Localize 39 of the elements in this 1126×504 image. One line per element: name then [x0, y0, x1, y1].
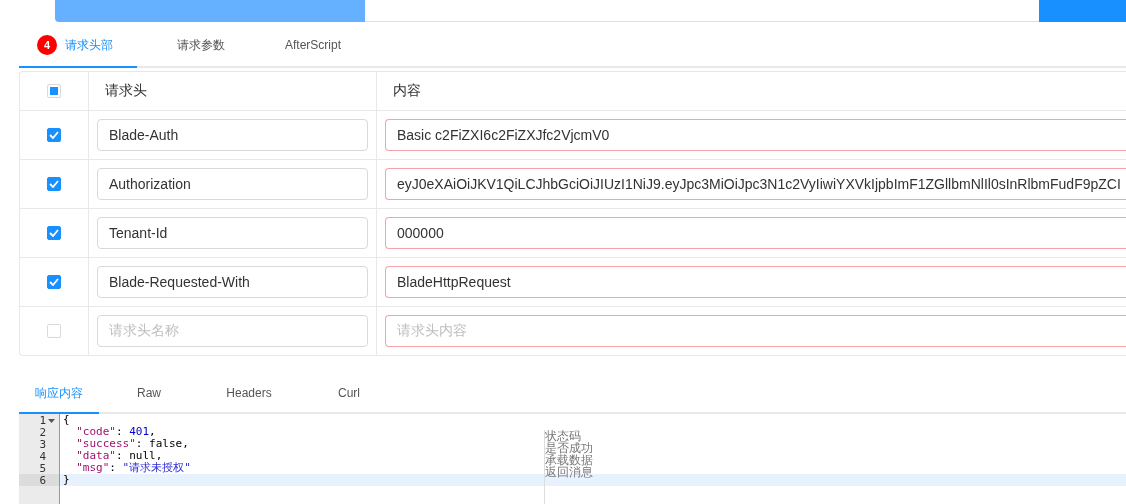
tab[interactable]: 4 请求头部 — [19, 24, 137, 68]
tab[interactable]: Curl — [299, 374, 399, 414]
header-name-field[interactable]: Blade-Requested-With — [97, 266, 368, 298]
column-header: 请求头 — [104, 82, 147, 100]
code-line: "msg": "请求未授权" — [75, 461, 191, 474]
tab[interactable]: Headers — [199, 374, 299, 414]
tab[interactable]: AfterScript — [255, 24, 373, 68]
checkbox[interactable] — [47, 226, 61, 240]
code-comment: 承载数据 — [545, 454, 593, 466]
tab[interactable]: Raw — [99, 374, 199, 414]
header-value-field[interactable]: 000000 — [385, 217, 1126, 249]
header-value-field[interactable]: Basic c2FiZXI6c2FiZXJfc2VjcmV0 — [385, 119, 1126, 151]
select-all-checkbox[interactable] — [47, 84, 61, 98]
line-number: 5 — [39, 461, 46, 475]
tab[interactable]: 请求参数 — [137, 24, 255, 68]
code-line: "code": 401, — [75, 425, 156, 438]
code-comment: 状态码 — [545, 430, 581, 442]
line-number: 2 — [39, 425, 46, 439]
checkbox[interactable] — [47, 128, 61, 142]
code-line: "success": false, — [75, 437, 189, 450]
header-value-field[interactable]: eyJ0eXAiOiJKV1QiLCJhbGciOiJIUzI1NiJ9.eyJpc3MiOiJpc3N1c2VyIiwiYXVkIjpbImF1ZGllbmNlIl0sInRlbmFudF9pZCI — [385, 168, 1126, 200]
checkbox[interactable] — [47, 177, 61, 191]
code-line: { — [63, 413, 70, 426]
line-number: 4 — [39, 449, 46, 463]
header-name-field[interactable]: Blade-Auth — [97, 119, 368, 151]
fold-caret-icon[interactable] — [48, 416, 55, 424]
count-badge: 4 — [37, 35, 57, 55]
code-comment: 是否成功 — [545, 442, 593, 454]
header-name-field[interactable]: Authorization — [97, 168, 368, 200]
column-header: 内容 — [392, 82, 421, 100]
line-number: 1 — [39, 413, 46, 427]
line-number: 6 — [39, 473, 46, 487]
code-line: } — [63, 473, 70, 486]
line-number: 3 — [39, 437, 46, 451]
checkbox[interactable] — [47, 275, 61, 289]
code-line: "data": null, — [75, 449, 163, 462]
header-value-field[interactable]: BladeHttpRequest — [385, 266, 1126, 298]
code-comment: 返回消息 — [545, 466, 593, 478]
header-name-field[interactable]: Tenant-Id — [97, 217, 368, 249]
